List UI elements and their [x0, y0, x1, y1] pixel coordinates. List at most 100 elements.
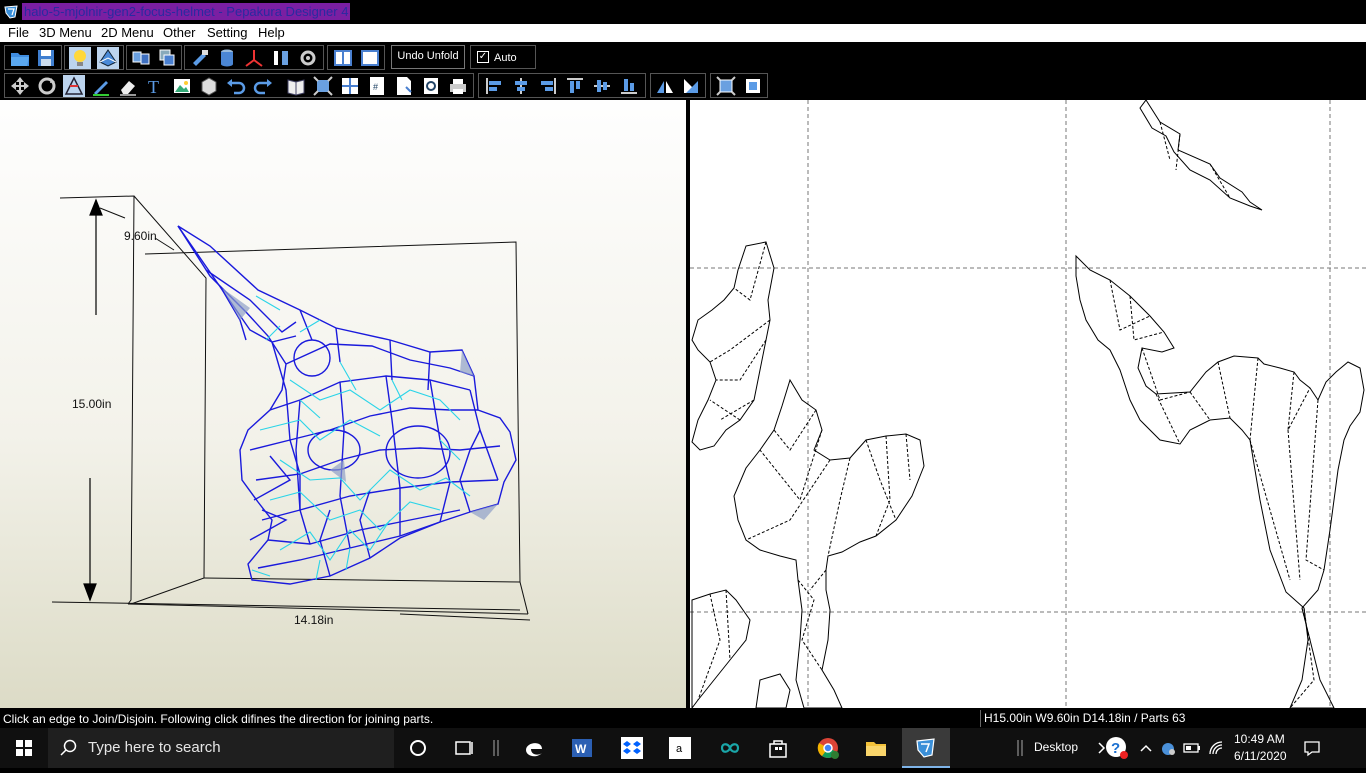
align-bottom-icon[interactable]: [618, 75, 640, 97]
toolbar-main: [0, 42, 1366, 72]
dropbox-icon: [621, 737, 643, 759]
start-button[interactable]: [0, 728, 48, 768]
store-button[interactable]: [754, 728, 802, 768]
cylinder-icon[interactable]: [216, 47, 238, 69]
svg-text:W: W: [575, 742, 587, 756]
task-view-icon: [455, 741, 473, 755]
unfolded-parts-layout[interactable]: [690, 99, 1366, 710]
separator-grip-icon-2: [1017, 740, 1023, 756]
desktop-toolbar-label[interactable]: Desktop: [1034, 740, 1078, 754]
save-file-icon[interactable]: [35, 47, 57, 69]
chrome-button[interactable]: [804, 728, 852, 768]
draw-line-icon[interactable]: [90, 75, 112, 97]
view-2d[interactable]: [690, 99, 1366, 710]
file-explorer-button[interactable]: [852, 728, 900, 768]
flip-vertical-icon[interactable]: [680, 75, 702, 97]
file-tool-group: [4, 45, 62, 70]
image-tool-icon[interactable]: [171, 75, 193, 97]
cortana-circle-icon: [410, 740, 426, 756]
fit-view-icon[interactable]: [312, 75, 334, 97]
flip-horizontal-icon[interactable]: [654, 75, 676, 97]
axis-icon[interactable]: [243, 47, 265, 69]
word-button[interactable]: W: [558, 728, 606, 768]
width-dimension-label: 14.18in: [294, 613, 334, 627]
eraser-icon[interactable]: [117, 75, 139, 97]
light-bulb-icon[interactable]: [69, 47, 91, 69]
text-tool-icon[interactable]: T: [144, 75, 166, 97]
page-number-icon[interactable]: #: [366, 75, 388, 97]
dropbox-button[interactable]: [608, 728, 656, 768]
svg-text:a: a: [676, 743, 683, 755]
view-tool-group: [64, 45, 124, 70]
menu-setting[interactable]: Setting: [207, 25, 247, 41]
undo-icon[interactable]: [225, 75, 247, 97]
print-icon[interactable]: [447, 75, 469, 97]
view-3d[interactable]: 9.60in 15.00in 14.18in: [0, 100, 686, 708]
folder-icon: [866, 742, 886, 756]
notification-icon[interactable]: [1302, 738, 1322, 758]
settings-gear-icon[interactable]: [297, 47, 319, 69]
undo-unfold-button[interactable]: Undo Unfold: [391, 45, 465, 69]
svg-text:?: ?: [1111, 740, 1120, 757]
unfold-icon[interactable]: [130, 47, 152, 69]
wifi-icon[interactable]: [1206, 738, 1226, 758]
join-edge-icon[interactable]: [63, 75, 85, 97]
pepakura-app-icon[interactable]: [3, 4, 19, 20]
move-parts-icon[interactable]: [9, 75, 31, 97]
texture-toggle-icon[interactable]: [97, 47, 119, 69]
menu-3d[interactable]: 3D Menu: [39, 25, 92, 41]
book-icon[interactable]: [285, 75, 307, 97]
edit-3d-tool-group: [184, 45, 324, 70]
clock-date[interactable]: 6/11/2020: [1234, 749, 1287, 763]
task-view-button[interactable]: [440, 728, 488, 768]
zoom-fit-icon[interactable]: [715, 75, 737, 97]
menu-file[interactable]: File: [8, 25, 29, 41]
title-bar: halo-5-mjolnir-gen2-focus-helmet - Pepak…: [0, 0, 1366, 24]
battery-icon[interactable]: [1182, 738, 1202, 758]
menu-help[interactable]: Help: [258, 25, 285, 41]
zoom-tool-group: [710, 73, 768, 98]
grid-layout-icon[interactable]: [339, 75, 361, 97]
menu-other[interactable]: Other: [163, 25, 196, 41]
align-center-icon[interactable]: [510, 75, 532, 97]
taskbar-separator-2: [1010, 728, 1034, 768]
amazon-button[interactable]: a: [656, 728, 704, 768]
pepakura-taskbar-button[interactable]: [902, 728, 950, 768]
paint-icon[interactable]: [189, 47, 211, 69]
search-icon: [60, 739, 77, 756]
single-view-icon[interactable]: [359, 47, 381, 69]
window-title: halo-5-mjolnir-gen2-focus-helmet - Pepak…: [22, 3, 351, 20]
align-tool-group: [478, 73, 646, 98]
taskbar-search-box[interactable]: Type here to search: [48, 728, 394, 768]
print-preview-icon[interactable]: [420, 75, 442, 97]
zoom-page-icon[interactable]: [742, 75, 764, 97]
menu-2d[interactable]: 2D Menu: [101, 25, 154, 41]
redo-icon[interactable]: [252, 75, 274, 97]
cortana-button[interactable]: [394, 728, 442, 768]
box-tool-icon[interactable]: [198, 75, 220, 97]
clock-time[interactable]: 10:49 AM: [1234, 732, 1285, 746]
align-left-icon[interactable]: [483, 75, 505, 97]
help-question-icon[interactable]: ?: [1104, 735, 1130, 761]
open-file-icon[interactable]: [9, 47, 31, 69]
split-view-icon[interactable]: [332, 47, 354, 69]
auto-toggle[interactable]: ✓ Auto: [470, 45, 536, 69]
chevron-up-icon[interactable]: [1136, 738, 1156, 758]
align-right-icon[interactable]: [537, 75, 559, 97]
taskbar-separator-1: [486, 728, 510, 768]
network-sync-icon[interactable]: [1158, 738, 1178, 758]
align-top-icon[interactable]: [564, 75, 586, 97]
pepakura-icon: [916, 738, 935, 758]
align-middle-icon[interactable]: [591, 75, 613, 97]
auto-checkbox[interactable]: ✓: [477, 51, 489, 63]
rotate-parts-icon[interactable]: [36, 75, 58, 97]
parts-icon[interactable]: [156, 47, 178, 69]
edge-icon: [526, 743, 542, 757]
arduino-button[interactable]: [706, 728, 754, 768]
scale-icon[interactable]: [270, 47, 292, 69]
infinity-icon: [720, 743, 740, 753]
status-dimensions: H15.00in W9.60in D14.18in / Parts 63: [980, 710, 1366, 727]
page-setup-icon[interactable]: [393, 75, 415, 97]
edge-browser-button[interactable]: [510, 728, 558, 768]
menu-bar: File 3D Menu 2D Menu Other Setting Help: [0, 24, 1366, 42]
